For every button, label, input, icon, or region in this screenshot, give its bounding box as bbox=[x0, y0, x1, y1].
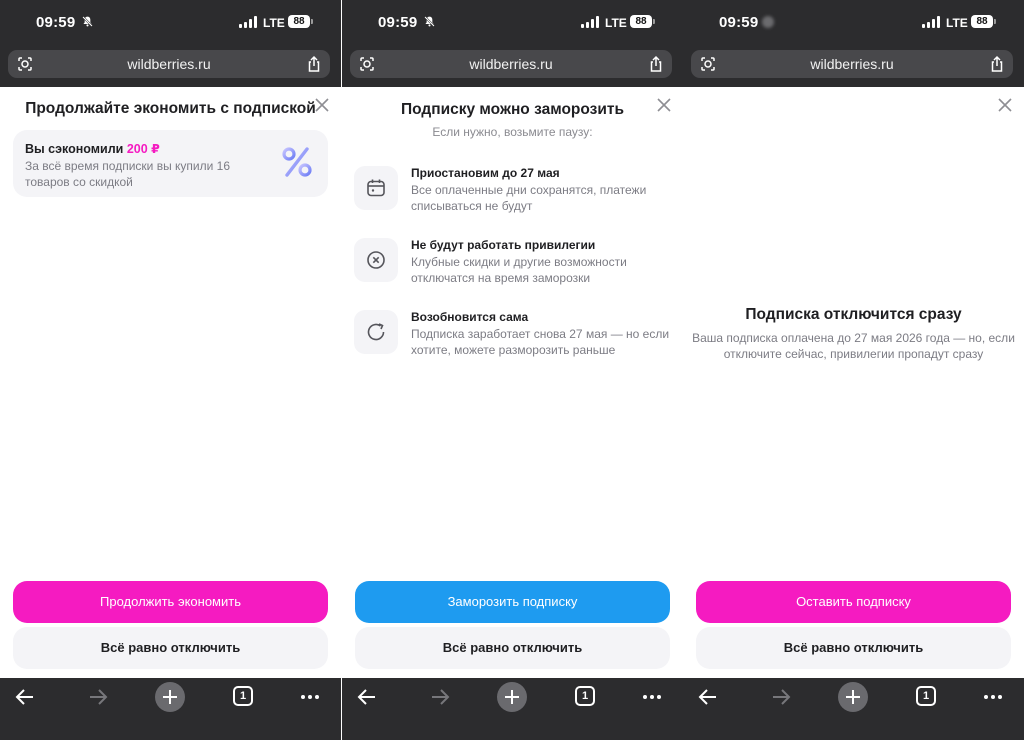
browser-toolbar: 1 bbox=[0, 678, 341, 740]
disable-confirm-sheet: Подписка отключится сразу Ваша подписка … bbox=[683, 87, 1024, 678]
network-type: LTE bbox=[263, 16, 285, 30]
freeze-sheet: Подписку можно заморозить Если нужно, во… bbox=[342, 87, 683, 678]
network-type: LTE bbox=[605, 16, 627, 30]
calendar-icon bbox=[367, 179, 385, 197]
tabs-button[interactable]: 1 bbox=[233, 686, 253, 706]
browser-top-bar: 09:59 LTE 88 wildberries.ru bbox=[0, 0, 341, 87]
savings-amount: 200 ₽ bbox=[126, 142, 160, 156]
feature-description: Клубные скидки и другие возможности откл… bbox=[411, 255, 627, 285]
status-bar: 09:59 LTE 88 bbox=[0, 0, 341, 46]
phone-screen-2: 09:59 LTE 88 wildberries.ru Подписку мож… bbox=[342, 0, 683, 740]
close-icon[interactable] bbox=[315, 98, 329, 112]
feature-icon-box bbox=[354, 310, 398, 354]
address-bar[interactable]: wildberries.ru bbox=[8, 50, 330, 78]
sheet-subtitle: Если нужно, возьмите паузу: bbox=[432, 125, 593, 139]
forward-arrow-icon[interactable] bbox=[428, 685, 452, 709]
sheet-description: Ваша подписка оплачена до 27 мая 2026 го… bbox=[692, 331, 1015, 361]
blurred-status-icon bbox=[762, 16, 774, 28]
feature-title: Возобновится сама bbox=[411, 310, 529, 324]
continue-saving-button[interactable]: Продолжить экономить bbox=[13, 581, 328, 623]
savings-card: Вы сэкономили 200 ₽ За всё время подписк… bbox=[13, 130, 328, 197]
status-bar: 09:59 LTE 88 bbox=[342, 0, 683, 46]
freeze-subscription-button[interactable]: Заморозить подписку bbox=[355, 581, 670, 623]
disable-anyway-button[interactable]: Всё равно отключить bbox=[696, 627, 1011, 669]
back-arrow-icon[interactable] bbox=[355, 685, 379, 709]
feature-title: Приостановим до 27 мая bbox=[411, 166, 560, 180]
cellular-signal-icon bbox=[581, 16, 599, 28]
keep-subscription-button[interactable]: Оставить подписку bbox=[696, 581, 1011, 623]
battery-indicator: 88 bbox=[630, 15, 655, 28]
status-time: 09:59 bbox=[378, 14, 418, 31]
forward-arrow-icon[interactable] bbox=[86, 685, 110, 709]
feature-description: Подписка заработает снова 27 мая — но ес… bbox=[411, 327, 670, 357]
address-bar[interactable]: wildberries.ru bbox=[691, 50, 1013, 78]
close-icon[interactable] bbox=[657, 98, 671, 112]
url-text: wildberries.ru bbox=[127, 56, 211, 72]
muted-bell-icon bbox=[81, 15, 94, 28]
feature-icon-box bbox=[354, 238, 398, 282]
phone-screen-3: 09:59 LTE 88 wildberries.ru Подписка отк… bbox=[683, 0, 1024, 740]
savings-description: За всё время подписки вы купили 16 товар… bbox=[25, 159, 231, 189]
feature-item-privileges: Не будут работать привилегии Клубные ски… bbox=[354, 238, 674, 290]
subscription-sheet: Продолжайте экономить с подпиской Вы сэк… bbox=[0, 87, 341, 678]
percent-icon bbox=[282, 147, 312, 177]
phone-screen-1: 09:59 LTE 88 wildberries.ru Продолжайте … bbox=[0, 0, 341, 740]
feature-icon-box bbox=[354, 166, 398, 210]
sheet-title: Подписка отключится сразу bbox=[745, 306, 962, 323]
tabs-button[interactable]: 1 bbox=[575, 686, 595, 706]
forward-arrow-icon[interactable] bbox=[769, 685, 793, 709]
browser-toolbar: 1 bbox=[683, 678, 1024, 740]
savings-title-text: Вы сэкономили bbox=[25, 142, 124, 156]
battery-indicator: 88 bbox=[971, 15, 996, 28]
status-bar: 09:59 LTE 88 bbox=[683, 0, 1024, 46]
url-text: wildberries.ru bbox=[810, 56, 894, 72]
new-tab-button[interactable] bbox=[838, 682, 868, 712]
sheet-title: Продолжайте экономить с подпиской bbox=[25, 100, 316, 117]
feature-item-pause: Приостановим до 27 мая Все оплаченные дн… bbox=[354, 166, 674, 218]
status-time: 09:59 bbox=[36, 14, 76, 31]
status-time: 09:59 bbox=[719, 14, 759, 31]
cancel-circle-icon bbox=[367, 251, 385, 269]
battery-indicator: 88 bbox=[288, 15, 313, 28]
plus-icon bbox=[505, 690, 519, 704]
refresh-icon bbox=[367, 323, 385, 341]
share-icon[interactable] bbox=[648, 55, 664, 73]
disable-anyway-button[interactable]: Всё равно отключить bbox=[13, 627, 328, 669]
back-arrow-icon[interactable] bbox=[696, 685, 720, 709]
share-icon[interactable] bbox=[306, 55, 322, 73]
more-icon[interactable] bbox=[981, 685, 1005, 709]
disable-anyway-button[interactable]: Всё равно отключить bbox=[355, 627, 670, 669]
tabs-button[interactable]: 1 bbox=[916, 686, 936, 706]
cellular-signal-icon bbox=[239, 16, 257, 28]
back-arrow-icon[interactable] bbox=[13, 685, 37, 709]
browser-top-bar: 09:59 LTE 88 wildberries.ru bbox=[683, 0, 1024, 87]
browser-top-bar: 09:59 LTE 88 wildberries.ru bbox=[342, 0, 683, 87]
browser-toolbar: 1 bbox=[342, 678, 683, 740]
network-type: LTE bbox=[946, 16, 968, 30]
share-icon[interactable] bbox=[989, 55, 1005, 73]
address-bar[interactable]: wildberries.ru bbox=[350, 50, 672, 78]
plus-icon bbox=[846, 690, 860, 704]
new-tab-button[interactable] bbox=[497, 682, 527, 712]
more-icon[interactable] bbox=[640, 685, 664, 709]
feature-title: Не будут работать привилегии bbox=[411, 238, 596, 252]
cellular-signal-icon bbox=[922, 16, 940, 28]
close-icon[interactable] bbox=[998, 98, 1012, 112]
savings-title: Вы сэкономили 200 ₽ bbox=[25, 141, 160, 156]
new-tab-button[interactable] bbox=[155, 682, 185, 712]
url-text: wildberries.ru bbox=[469, 56, 553, 72]
sheet-title: Подписку можно заморозить bbox=[400, 101, 625, 118]
feature-description: Все оплаченные дни сохранятся, платежи с… bbox=[411, 183, 647, 213]
feature-item-resume: Возобновится сама Подписка заработает сн… bbox=[354, 310, 674, 362]
more-icon[interactable] bbox=[298, 685, 322, 709]
muted-bell-icon bbox=[423, 15, 436, 28]
plus-icon bbox=[163, 690, 177, 704]
